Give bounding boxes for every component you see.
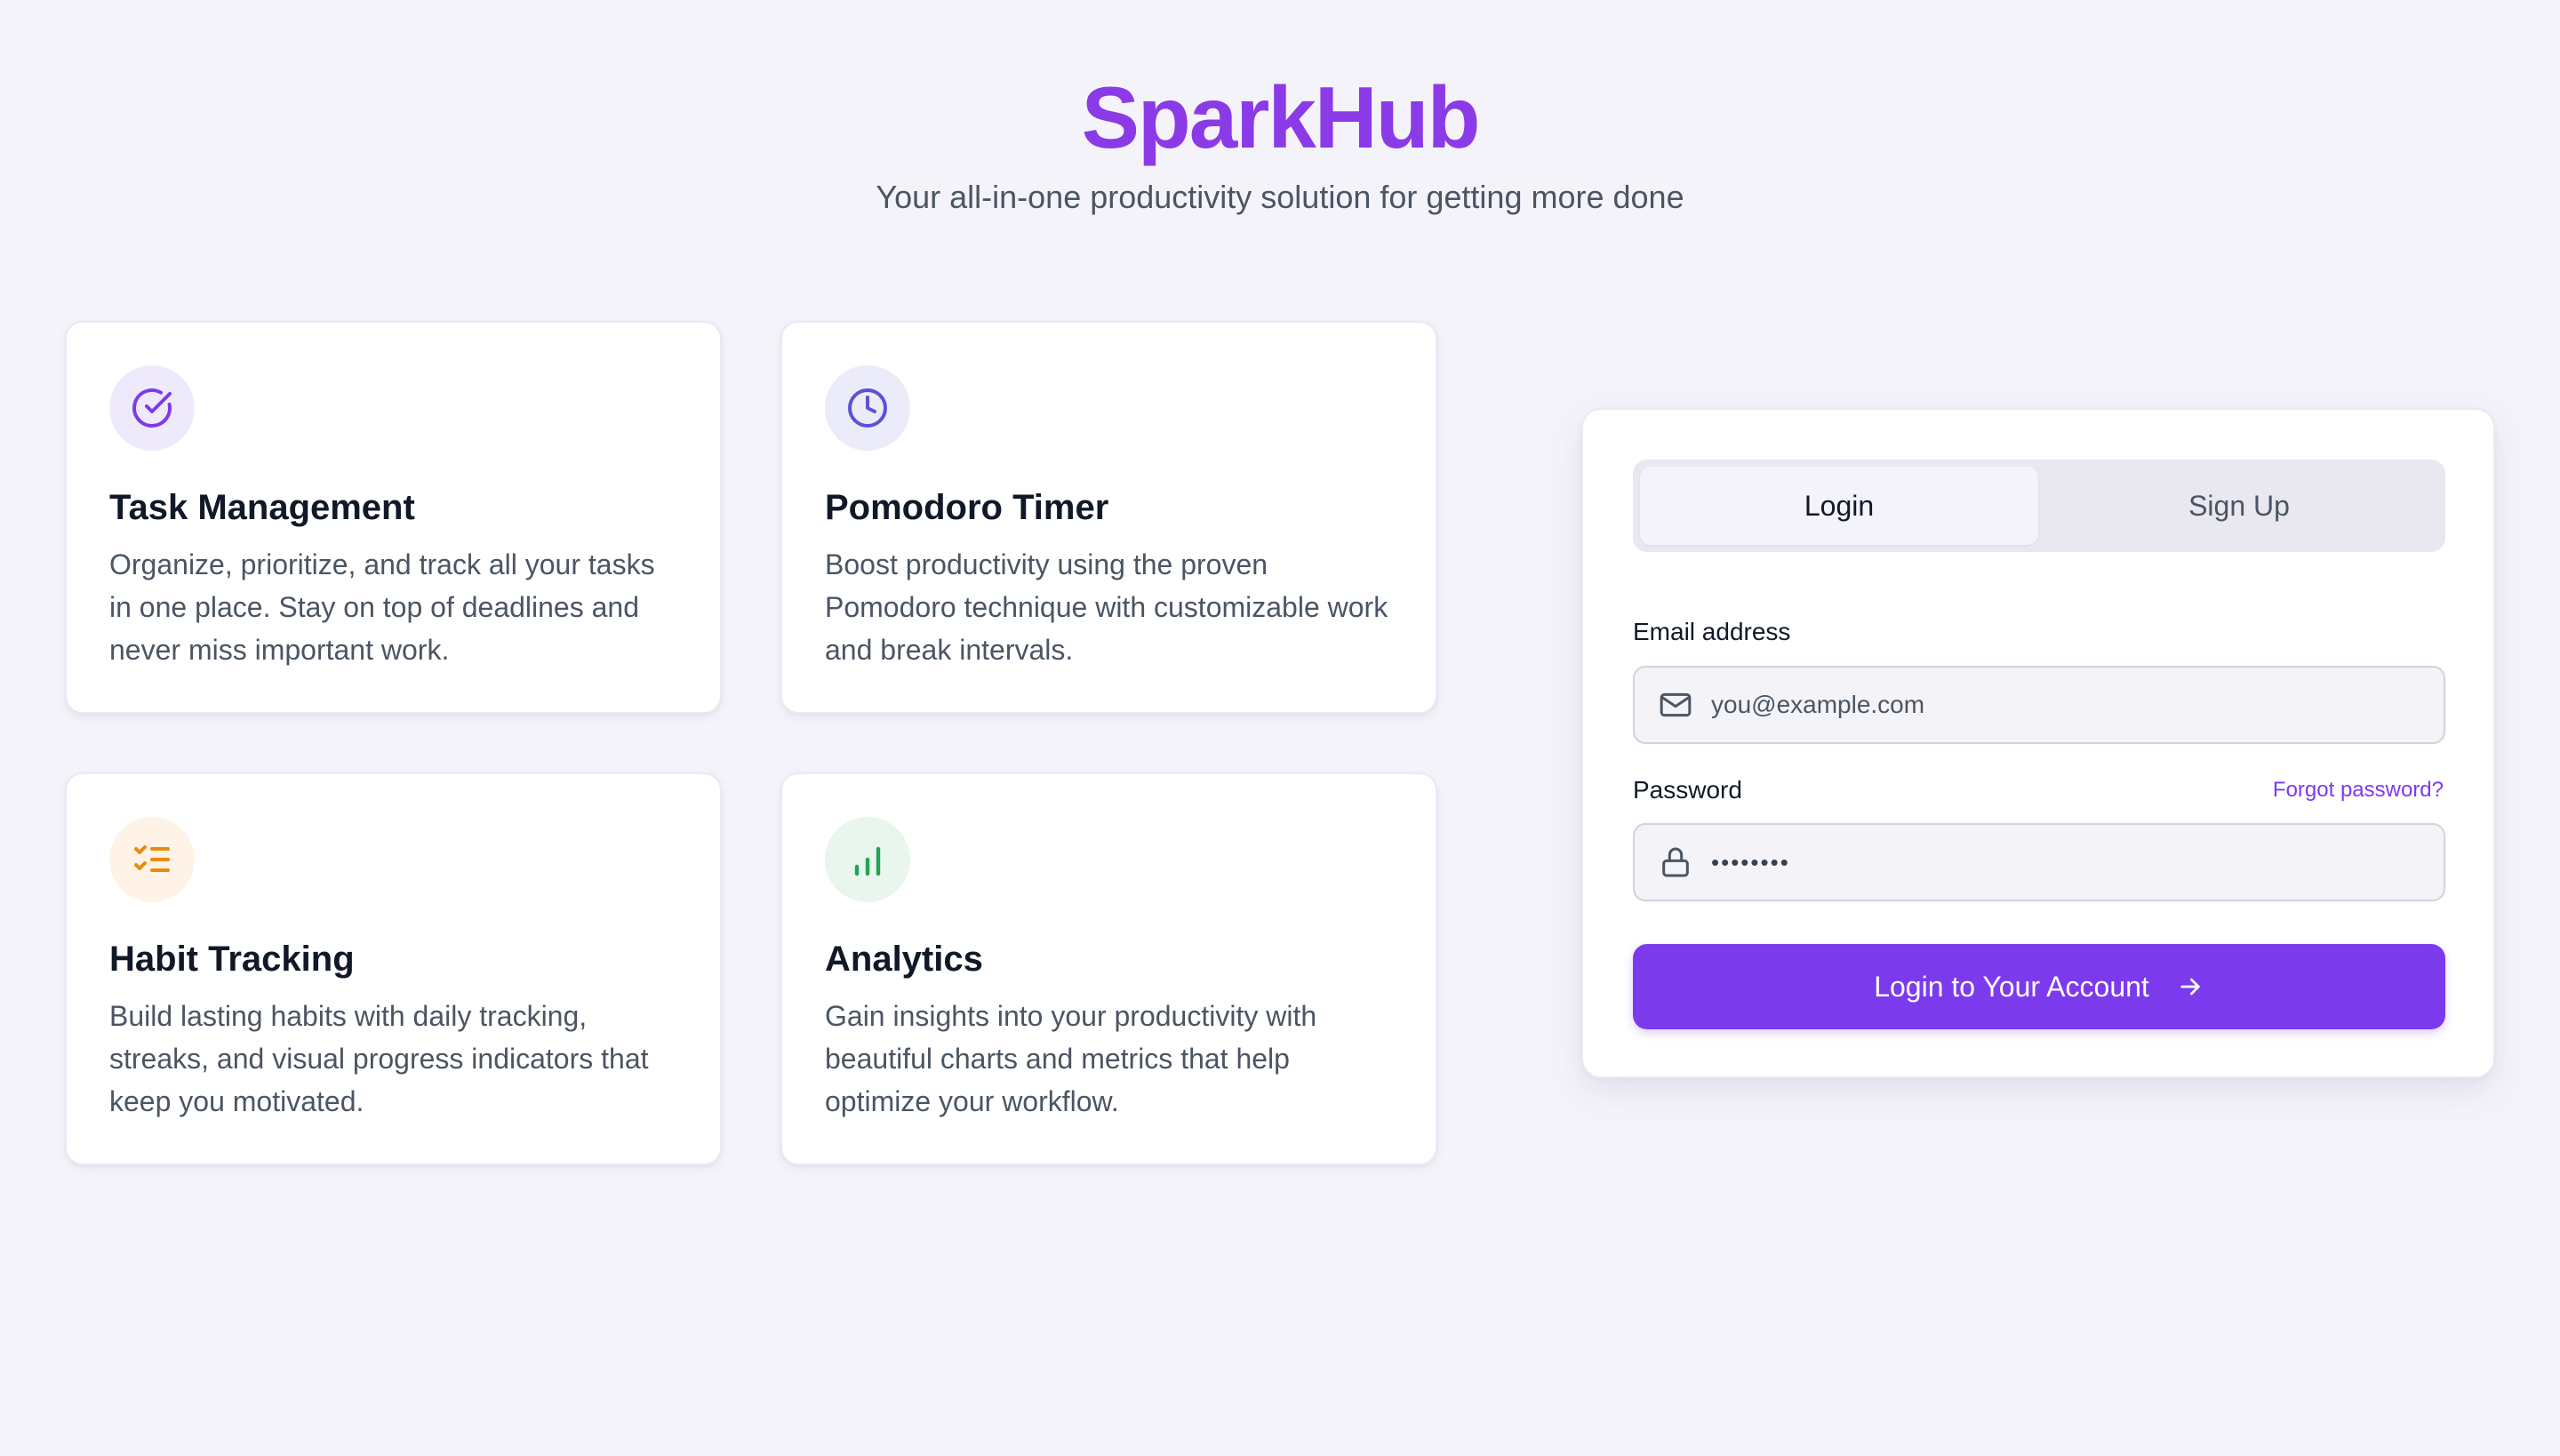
email-label: Email address bbox=[1633, 618, 1791, 645]
lock-icon bbox=[1662, 847, 1689, 877]
hero-header: SparkHub Your all-in-one productivity so… bbox=[0, 64, 2560, 219]
tab-signup[interactable]: Sign Up bbox=[2040, 467, 2438, 545]
clock-icon bbox=[825, 365, 910, 451]
check-circle-icon bbox=[109, 365, 195, 451]
password-input[interactable] bbox=[1711, 836, 2440, 889]
feature-card-pomodoro-timer: Pomodoro Timer Boost productivity using … bbox=[780, 321, 1437, 714]
password-label: Password bbox=[1633, 776, 1742, 804]
email-field-wrapper bbox=[1633, 666, 2445, 744]
login-submit-label: Login to Your Account bbox=[1874, 970, 2149, 1003]
landing-page: SparkHub Your all-in-one productivity so… bbox=[0, 0, 2560, 1456]
app-subtitle: Your all-in-one productivity solution fo… bbox=[876, 179, 1684, 215]
auth-tabs: Login Sign Up bbox=[1633, 460, 2445, 552]
feature-description: Boost productivity using the proven Pomo… bbox=[825, 548, 1388, 666]
features-grid: Task Management Organize, prioritize, an… bbox=[65, 321, 1438, 1165]
feature-title: Pomodoro Timer bbox=[825, 488, 1109, 527]
app-title: SparkHub bbox=[1081, 68, 1481, 166]
tab-login[interactable]: Login bbox=[1640, 467, 2038, 545]
auth-card: Login Sign Up Email address Password For… bbox=[1581, 408, 2495, 1078]
checklist-icon bbox=[109, 817, 195, 902]
feature-card-task-management: Task Management Organize, prioritize, an… bbox=[65, 321, 722, 714]
feature-description: Organize, prioritize, and track all your… bbox=[109, 548, 655, 666]
email-input[interactable] bbox=[1711, 678, 2440, 732]
feature-title: Task Management bbox=[109, 488, 415, 527]
password-field-wrapper bbox=[1633, 823, 2445, 901]
feature-card-habit-tracking: Habit Tracking Build lasting habits with… bbox=[65, 772, 722, 1165]
feature-title: Analytics bbox=[825, 940, 983, 979]
feature-title: Habit Tracking bbox=[109, 940, 355, 979]
feature-description: Gain insights into your productivity wit… bbox=[825, 1000, 1317, 1117]
arrow-right-icon bbox=[2180, 978, 2200, 996]
mail-icon bbox=[1660, 692, 1692, 717]
feature-description: Build lasting habits with daily tracking… bbox=[109, 1000, 649, 1117]
bar-chart-icon bbox=[825, 817, 910, 902]
forgot-password-link[interactable]: Forgot password? bbox=[2273, 776, 2444, 804]
feature-card-analytics: Analytics Gain insights into your produc… bbox=[780, 772, 1437, 1165]
login-submit-button[interactable]: Login to Your Account bbox=[1633, 944, 2445, 1029]
